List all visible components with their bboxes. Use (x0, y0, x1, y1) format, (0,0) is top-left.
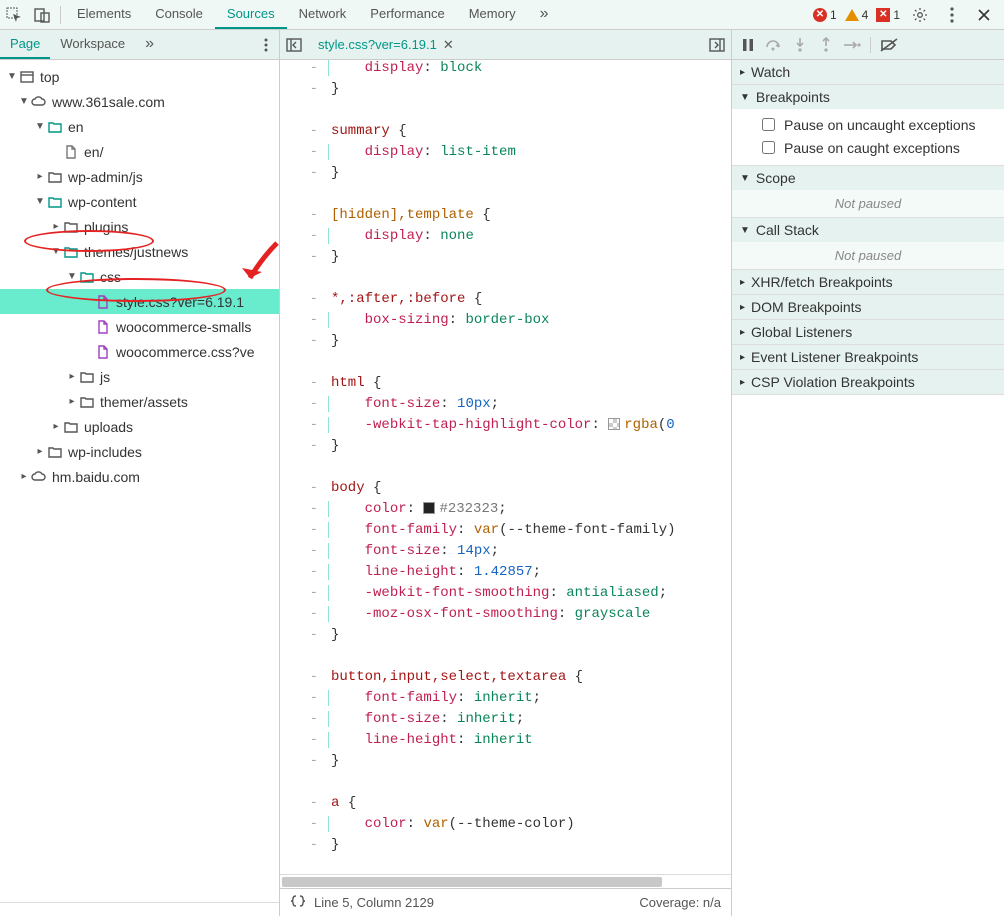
tab-sources[interactable]: Sources (215, 0, 287, 29)
section-breakpoints[interactable]: ▼Breakpoints (732, 85, 1004, 109)
folder-icon (78, 268, 96, 286)
cloud-icon (30, 468, 48, 486)
code-editor[interactable]: - display: block-}-summary {- display: l… (280, 60, 731, 874)
toolbar-right: ✕1 4 ✕1 (811, 1, 1004, 29)
file-tree[interactable]: ▼top ▼www.361sale.com ▼en en/ ▸wp-admin/… (0, 60, 279, 902)
toggle-navigator-icon[interactable] (280, 38, 308, 52)
tree-woocommerce-smalls[interactable]: woocommerce-smalls (0, 314, 279, 339)
devtools-toolbar: Elements Console Sources Network Perform… (0, 0, 1004, 30)
device-toolbar-icon[interactable] (28, 1, 56, 29)
cloud-icon (30, 93, 48, 111)
folder-icon (46, 118, 64, 136)
navigator-tabbar: Page Workspace » (0, 30, 279, 60)
cursor-position: Line 5, Column 2129 (314, 895, 434, 910)
gear-icon[interactable] (906, 1, 934, 29)
deactivate-breakpoints-icon[interactable] (877, 33, 901, 57)
chevron-double-right-icon: » (145, 35, 152, 53)
editor-statusbar: Line 5, Column 2129 Coverage: n/a (280, 888, 731, 916)
subtab-more[interactable]: » (135, 30, 162, 59)
navigator-hscroll[interactable] (0, 902, 279, 916)
section-dom-breakpoints[interactable]: ▸DOM Breakpoints (732, 295, 1004, 319)
tree-themer-assets[interactable]: ▸themer/assets (0, 389, 279, 414)
section-watch[interactable]: ▸Watch (732, 60, 1004, 84)
chevron-double-right-icon: » (540, 5, 547, 23)
file-tab-label: style.css?ver=6.19.1 (318, 37, 437, 52)
navigator-menu-icon[interactable] (253, 32, 279, 58)
subtab-workspace[interactable]: Workspace (50, 30, 135, 59)
checkbox-pause-caught[interactable]: Pause on caught exceptions (758, 136, 996, 159)
inspect-element-icon[interactable] (0, 1, 28, 29)
tree-js[interactable]: ▸js (0, 364, 279, 389)
folder-icon (46, 168, 64, 186)
step-out-icon (814, 33, 838, 57)
document-icon (62, 143, 80, 161)
sources-navigator: Page Workspace » ▼top ▼www.361sale.com ▼… (0, 30, 280, 916)
folder-icon (78, 393, 96, 411)
folder-icon (46, 443, 64, 461)
folder-icon (78, 368, 96, 386)
coverage-status: Coverage: n/a (639, 895, 721, 910)
folder-icon (62, 418, 80, 436)
debugger-toolbar (732, 30, 1004, 60)
section-scope[interactable]: ▼Scope (732, 166, 1004, 190)
section-xhr-breakpoints[interactable]: ▸XHR/fetch Breakpoints (732, 270, 1004, 294)
debugger-panel: ▸Watch ▼Breakpoints Pause on uncaught ex… (732, 30, 1004, 916)
editor-hscroll[interactable] (280, 874, 731, 888)
document-icon (94, 318, 112, 336)
tree-hm-baidu[interactable]: ▸hm.baidu.com (0, 464, 279, 489)
subtab-page[interactable]: Page (0, 30, 50, 59)
main-tabs: Elements Console Sources Network Perform… (65, 0, 559, 29)
file-tab-style-css[interactable]: style.css?ver=6.19.1 ✕ (308, 30, 464, 59)
tree-css[interactable]: ▼css (0, 264, 279, 289)
section-global-listeners[interactable]: ▸Global Listeners (732, 320, 1004, 344)
pause-icon[interactable] (736, 33, 760, 57)
issue-count-badge[interactable]: ✕1 (874, 8, 902, 22)
folder-icon (62, 218, 80, 236)
tab-console[interactable]: Console (143, 0, 215, 29)
editor-tabbar: style.css?ver=6.19.1 ✕ (280, 30, 731, 60)
tree-plugins[interactable]: ▸plugins (0, 214, 279, 239)
tree-style-css[interactable]: style.css?ver=6.19.1 (0, 289, 279, 314)
tree-en-index[interactable]: en/ (0, 139, 279, 164)
scope-not-paused: Not paused (732, 190, 1004, 217)
section-call-stack[interactable]: ▼Call Stack (732, 218, 1004, 242)
step-over-icon (762, 33, 786, 57)
tree-wp-content[interactable]: ▼wp-content (0, 189, 279, 214)
step-icon (840, 33, 864, 57)
window-icon (18, 68, 36, 86)
divider (870, 37, 871, 53)
callstack-not-paused: Not paused (732, 242, 1004, 269)
close-icon[interactable]: ✕ (443, 37, 454, 53)
section-csp-breakpoints[interactable]: ▸CSP Violation Breakpoints (732, 370, 1004, 394)
error-count-badge[interactable]: ✕1 (811, 8, 839, 22)
tree-themes-justnews[interactable]: ▼themes/justnews (0, 239, 279, 264)
divider (60, 6, 61, 24)
code-editor-panel: style.css?ver=6.19.1 ✕ - display: block-… (280, 30, 732, 916)
warning-count-badge[interactable]: 4 (843, 8, 871, 22)
tree-domain[interactable]: ▼www.361sale.com (0, 89, 279, 114)
tab-elements[interactable]: Elements (65, 0, 143, 29)
tab-more[interactable]: » (528, 0, 559, 29)
folder-icon (62, 243, 80, 261)
close-devtools-icon[interactable] (970, 1, 998, 29)
document-icon (94, 293, 112, 311)
tab-network[interactable]: Network (287, 0, 359, 29)
folder-icon (46, 193, 64, 211)
document-icon (94, 343, 112, 361)
tab-memory[interactable]: Memory (457, 0, 528, 29)
kebab-menu-icon[interactable] (938, 1, 966, 29)
toggle-debugger-icon[interactable] (703, 38, 731, 52)
tree-uploads[interactable]: ▸uploads (0, 414, 279, 439)
tree-wp-admin-js[interactable]: ▸wp-admin/js (0, 164, 279, 189)
tree-wp-includes[interactable]: ▸wp-includes (0, 439, 279, 464)
pretty-print-icon[interactable] (290, 894, 306, 911)
section-event-listener-breakpoints[interactable]: ▸Event Listener Breakpoints (732, 345, 1004, 369)
tree-en[interactable]: ▼en (0, 114, 279, 139)
checkbox-pause-uncaught[interactable]: Pause on uncaught exceptions (758, 113, 996, 136)
step-into-icon (788, 33, 812, 57)
tree-woocommerce-css[interactable]: woocommerce.css?ve (0, 339, 279, 364)
tab-performance[interactable]: Performance (358, 0, 456, 29)
tree-top[interactable]: ▼top (0, 64, 279, 89)
